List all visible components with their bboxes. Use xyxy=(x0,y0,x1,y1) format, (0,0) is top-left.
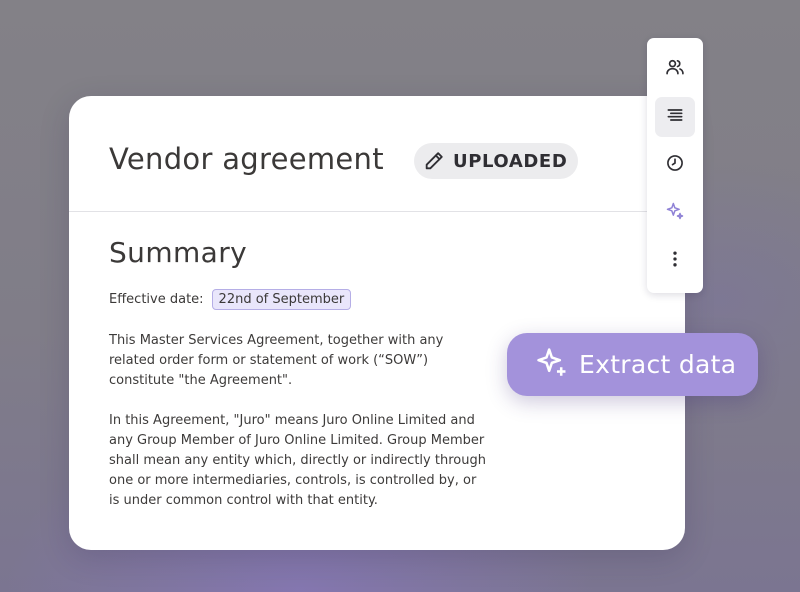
side-toolbar xyxy=(647,38,703,293)
document-title: Vendor agreement xyxy=(109,142,384,176)
status-text: UPLOADED xyxy=(453,150,568,172)
history-button[interactable] xyxy=(655,145,695,185)
sparkle-icon xyxy=(535,346,569,384)
document-card: Vendor agreement UPLOADED Summary Effect… xyxy=(69,96,685,550)
more-options-button[interactable] xyxy=(655,241,695,281)
people-icon xyxy=(665,57,685,81)
summary-heading: Summary xyxy=(109,236,248,269)
effective-date-row: Effective date: 22nd of September xyxy=(109,289,352,310)
clock-icon xyxy=(665,153,685,177)
extract-data-label: Extract data xyxy=(579,350,737,379)
effective-date-value[interactable]: 22nd of September xyxy=(211,289,352,310)
effective-date-label: Effective date: xyxy=(109,292,204,307)
extract-data-button[interactable]: Extract data xyxy=(507,333,758,396)
status-badge: UPLOADED xyxy=(414,143,579,179)
summary-paragraph: This Master Services Agreement, together… xyxy=(109,333,444,388)
document-header: Vendor agreement UPLOADED xyxy=(69,96,685,212)
text-lines-icon xyxy=(665,105,685,129)
summary-paragraph: In this Agreement, "Juro" means Juro Onl… xyxy=(109,413,486,508)
collaborators-button[interactable] xyxy=(655,49,695,89)
summary-view-button[interactable] xyxy=(655,97,695,137)
pencil-icon xyxy=(423,150,445,172)
more-vertical-icon xyxy=(665,249,685,273)
sparkle-icon xyxy=(665,201,685,225)
ai-assist-button[interactable] xyxy=(655,193,695,233)
